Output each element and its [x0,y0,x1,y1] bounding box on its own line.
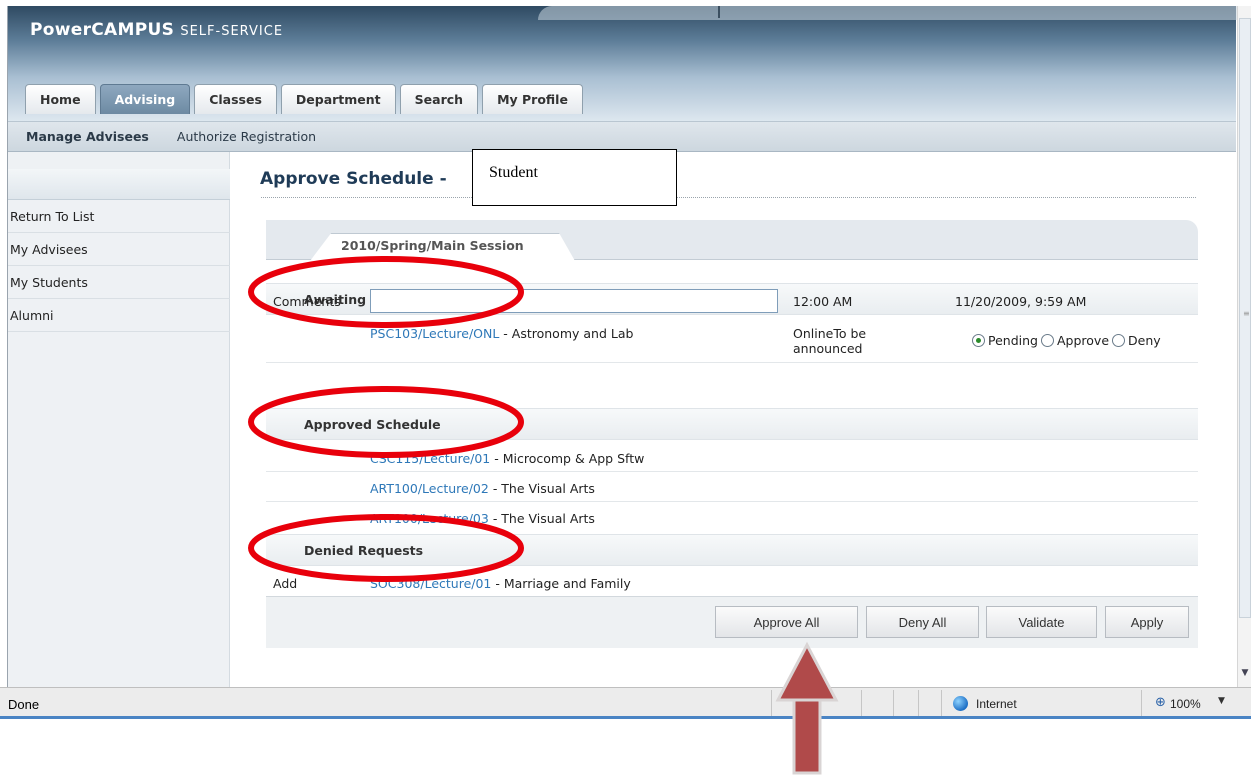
list-item: SOC308/Lecture/01 - Marriage and Family [370,576,631,591]
request-action: Add [273,576,298,591]
scroll-down-arrow-icon[interactable]: ▼ [1239,668,1251,684]
radio-approve-label[interactable]: Approve [1057,333,1109,348]
status-separator [808,690,809,716]
status-separator [941,690,942,716]
course-link[interactable]: PSC103/Lecture/ONL [370,326,499,341]
approve-all-button[interactable]: Approve All [715,606,858,638]
radio-deny[interactable] [1112,334,1126,347]
course-title: - The Visual Arts [488,511,595,526]
sidebar-item-my-advisees[interactable]: My Advisees [8,233,230,266]
status-separator [918,690,919,716]
globe-icon [953,696,968,711]
row-divider [266,471,1198,472]
callout-label: Student [489,164,538,181]
zoom-level[interactable]: 100% [1170,697,1201,711]
vertical-scrollbar[interactable]: ≡ ▼ [1237,6,1251,688]
chevron-down-icon[interactable]: ▼ [1218,696,1225,706]
table-row: PSC103/Lecture/ONL - Astronomy and Lab [370,326,633,341]
title-divider [261,197,1196,198]
approval-radio-group: Pending Approve Deny [972,333,1164,348]
course-title: - Microcomp & App Sftw [490,451,645,466]
course-link[interactable]: SOC308/Lecture/01 [370,576,491,591]
app-title: PowerCAMPUS SELF-SERVICE [30,20,283,40]
term-tab-label[interactable]: 2010/Spring/Main Session [341,238,524,253]
apply-button[interactable]: Apply [1105,606,1189,638]
tab-my-profile[interactable]: My Profile [482,84,583,114]
sidebar-item-alumni[interactable]: Alumni [8,299,230,332]
status-text: Done [8,697,40,712]
row-divider [266,501,1198,502]
app-header: PowerCAMPUS SELF-SERVICE Home Advising C… [8,6,1238,121]
tab-search[interactable]: Search [399,84,479,114]
sidebar-header [8,169,230,200]
student-name-callout: Student [472,149,677,206]
list-item: CSC115/Lecture/01 - Microcomp & App Sftw [370,451,644,466]
status-separator [861,690,862,716]
section-heading: Approved Schedule [304,417,441,432]
status-separator [1141,690,1142,716]
course-title: - Marriage and Family [491,576,631,591]
list-item: ART100/Lecture/03 - The Visual Arts [370,511,595,526]
scrollbar-grip-icon: ≡ [1243,309,1250,318]
course-link[interactable]: ART100/Lecture/03 [370,511,489,526]
sub-navigation: Manage Advisees Authorize Registration [8,121,1236,152]
list-item: ART100/Lecture/02 - The Visual Arts [370,481,595,496]
course-title: - Astronomy and Lab [499,326,634,341]
security-zone-label: Internet [976,697,1017,711]
section-heading: Denied Requests [304,543,424,558]
radio-pending[interactable] [972,334,985,347]
validate-button[interactable]: Validate [986,606,1097,638]
header-divider [718,6,720,18]
row-divider [266,362,1198,363]
subnav-authorize-registration[interactable]: Authorize Registration [177,129,316,144]
comments-label: Comments [273,294,341,309]
course-link[interactable]: ART100/Lecture/02 [370,481,489,496]
course-link[interactable]: CSC115/Lecture/01 [370,451,490,466]
sidebar-item-return-to-list[interactable]: Return To List [8,200,230,233]
app-title-main: PowerCAMPUS [30,20,175,40]
course-title: - The Visual Arts [488,481,595,496]
course-location: OnlineTo be announced [793,326,866,356]
section-approved-schedule: Approved Schedule [266,408,1198,440]
request-time: 12:00 AM [793,294,853,309]
radio-deny-label[interactable]: Deny [1128,333,1161,348]
main-tabs: Home Advising Classes Department Search … [25,84,583,114]
location-line: OnlineTo be [793,326,867,341]
tab-home[interactable]: Home [25,84,96,114]
sidebar: Return To List My Advisees My Students A… [8,152,230,688]
term-tab-bar: 2010/Spring/Main Session [266,220,1198,261]
request-submitted: 11/20/2009, 9:59 AM [955,294,1087,309]
sidebar-item-my-students[interactable]: My Students [8,266,230,299]
header-decoration [538,6,1238,20]
scrollbar-thumb[interactable]: ≡ [1239,18,1251,618]
magnifier-icon[interactable]: ⊕ [1155,695,1166,710]
tab-advising[interactable]: Advising [99,84,191,114]
tab-classes[interactable]: Classes [194,84,277,114]
app-title-sub: SELF-SERVICE [180,24,284,39]
status-separator [893,690,894,716]
status-bar: Done Internet ⊕ 100% ▼ [0,687,1251,719]
radio-pending-label[interactable]: Pending [988,333,1038,348]
section-denied-requests: Denied Requests [266,534,1198,566]
location-line: announced [793,341,863,356]
radio-approve[interactable] [1040,334,1054,347]
subnav-manage-advisees[interactable]: Manage Advisees [26,129,149,144]
deny-all-button[interactable]: Deny All [866,606,979,638]
comments-field[interactable] [370,289,778,313]
tab-department[interactable]: Department [280,84,396,114]
status-separator [771,690,772,716]
page-title: Approve Schedule - [260,169,447,189]
